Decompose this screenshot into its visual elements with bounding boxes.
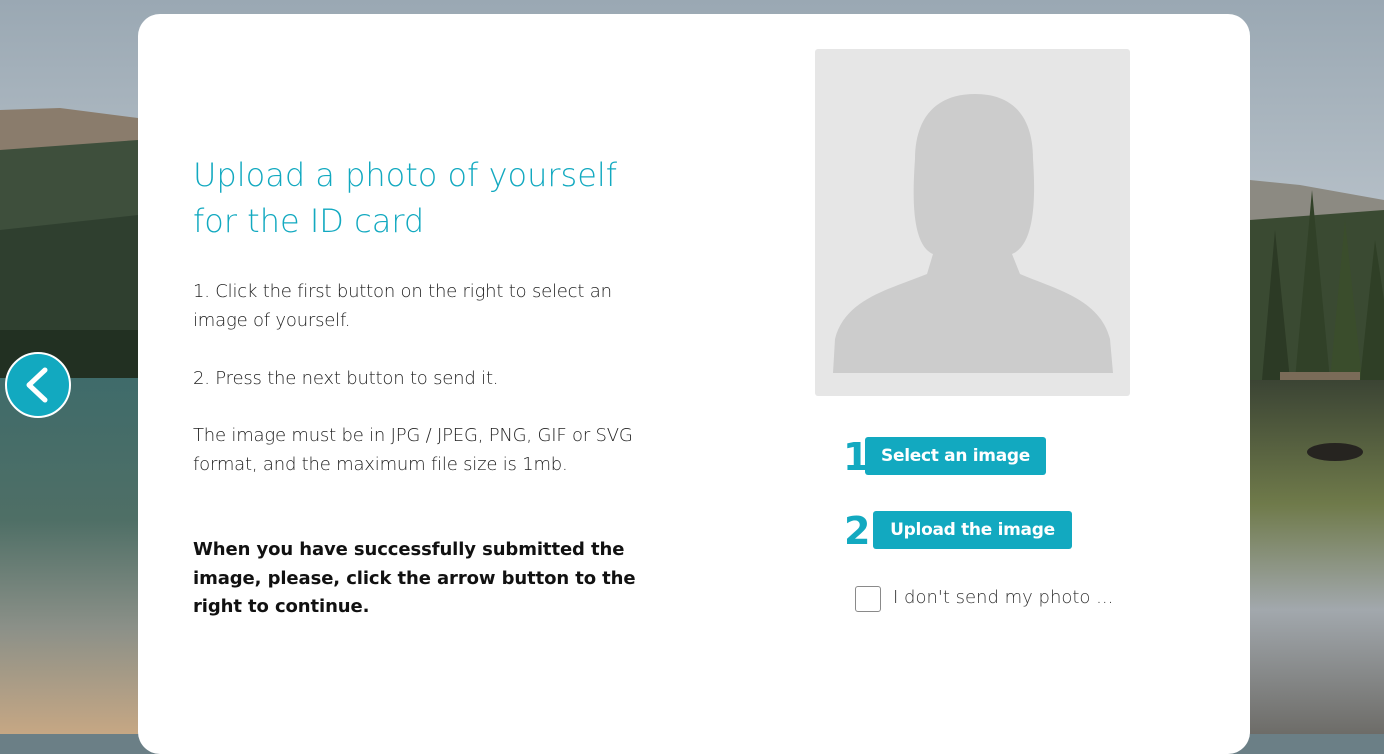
chevron-left-icon	[26, 367, 48, 403]
upload-image-button[interactable]: Upload the image	[873, 511, 1072, 549]
instruction-step-1: 1. Click the first button on the right t…	[193, 281, 612, 331]
select-image-button[interactable]: Select an image	[865, 437, 1046, 475]
back-button[interactable]	[5, 352, 71, 418]
continue-note: When you have successfully submitted the…	[193, 539, 636, 617]
person-silhouette-icon	[833, 94, 1113, 373]
instruction-step-2: 2. Press the next button to send it.	[193, 368, 499, 389]
no-photo-label[interactable]: I don't send my photo ...	[893, 587, 1113, 608]
format-note: The image must be in JPG / JPEG, PNG, GI…	[193, 425, 633, 475]
upload-card: Upload a photo of yourself for the ID ca…	[138, 14, 1250, 754]
no-photo-checkbox[interactable]	[855, 586, 881, 612]
page-title: Upload a photo of yourself for the ID ca…	[193, 156, 618, 240]
step-2-number: 2	[844, 509, 871, 553]
photo-placeholder	[815, 49, 1130, 396]
